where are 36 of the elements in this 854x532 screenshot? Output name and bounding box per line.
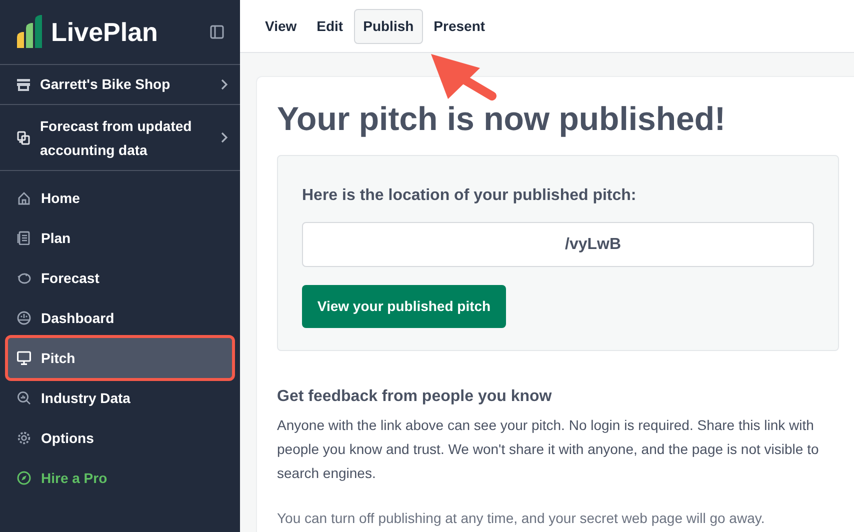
nav-item[interactable]: Forecast — [8, 258, 232, 298]
location-label: Here is the location of your published pitch: — [302, 186, 638, 206]
business-name: Garrett's Bike Shop — [40, 75, 170, 94]
tab[interactable]: View — [256, 8, 306, 44]
forecast-source-name: Forecast from updated accounting data — [40, 116, 193, 160]
home-icon — [17, 191, 31, 205]
tab[interactable]: Present — [424, 8, 494, 44]
sidebar-toggle-icon[interactable] — [210, 25, 224, 39]
nav-item[interactable]: Home — [8, 178, 232, 218]
notebook-icon — [17, 231, 31, 245]
logo-text: LivePlan — [51, 19, 158, 45]
location-field[interactable]: /vyLwB — [302, 222, 814, 267]
logo-bars-icon — [16, 15, 44, 49]
publishing-note: You can turn off publishing at any time, and your secret web page will go away. — [277, 509, 766, 528]
tab[interactable]: Edit — [308, 8, 352, 44]
gauge-icon — [17, 311, 31, 325]
nav-item[interactable]: Pitch — [8, 338, 232, 378]
nav-item[interactable]: Dashboard — [8, 298, 232, 338]
nav-item[interactable]: Options — [8, 418, 232, 458]
nav-item[interactable]: Industry Data — [8, 378, 232, 418]
chevron-right-icon — [221, 79, 228, 90]
nav-item[interactable]: Hire a Pro — [8, 458, 232, 498]
feedback-paragraph: Anyone with the link above can see your pitch. No login is required. Share this link with people you know and trust. We won't share it with anyone, and the page is not visible to search engines. — [277, 416, 820, 483]
page-title: Your pitch is now published! — [277, 99, 727, 139]
chevron-right-icon — [221, 132, 228, 143]
store-icon — [17, 78, 30, 90]
view-published-pitch-button[interactable]: View your published pitch — [302, 285, 506, 328]
compass-icon — [17, 471, 31, 485]
magnifier-chart-icon — [17, 391, 31, 405]
section-heading: Get feedback from people you know — [277, 387, 553, 407]
business-selector[interactable]: Garrett's Bike Shop — [0, 65, 240, 105]
monitor-icon — [17, 351, 31, 365]
tab[interactable]: Publish — [354, 8, 423, 44]
annotation-arrow — [428, 52, 498, 102]
nav-item[interactable]: Plan — [8, 218, 232, 258]
document-swap-icon — [17, 130, 30, 144]
